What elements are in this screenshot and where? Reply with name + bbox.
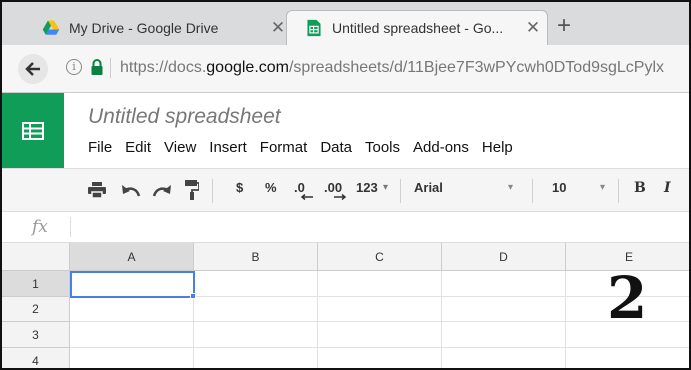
menu-view[interactable]: View bbox=[164, 139, 196, 156]
docs-header: Untitled spreadsheet File Edit View Inse… bbox=[2, 93, 689, 168]
arrow-right-icon bbox=[334, 194, 347, 200]
step-number-overlay: 2 bbox=[607, 264, 648, 332]
tab-untitled-spreadsheet[interactable]: Untitled spreadsheet - Go... ✕ bbox=[286, 10, 548, 45]
toolbar-divider bbox=[532, 179, 533, 203]
url-domain: google.com bbox=[206, 59, 289, 76]
cell-e4[interactable] bbox=[566, 348, 689, 368]
bold-button[interactable]: B bbox=[634, 180, 646, 196]
row-header-2[interactable]: 2 bbox=[2, 297, 70, 322]
cell-c2[interactable] bbox=[318, 297, 442, 322]
decrease-decimal-button[interactable]: .0 bbox=[294, 180, 305, 195]
undo-icon[interactable] bbox=[121, 183, 141, 197]
italic-button[interactable]: I bbox=[664, 180, 671, 196]
spreadsheet-grid: A B C D E 1 2 3 4 bbox=[2, 243, 689, 368]
browser-tab-strip: My Drive - Google Drive ✕ Untitled sprea… bbox=[2, 2, 689, 45]
chevron-down-icon: ▾ bbox=[600, 182, 606, 193]
menu-edit[interactable]: Edit bbox=[125, 139, 151, 156]
menu-add-ons[interactable]: Add-ons bbox=[413, 139, 469, 156]
tab-title: Untitled spreadsheet - Go... bbox=[332, 20, 504, 36]
close-icon[interactable]: ✕ bbox=[519, 18, 547, 38]
url-field[interactable]: https://docs.google.com/spreadsheets/d/1… bbox=[120, 59, 664, 77]
chevron-down-icon: ▾ bbox=[508, 182, 514, 193]
increase-decimal-button[interactable]: .00 bbox=[324, 180, 342, 195]
address-bar: i https://docs.google.com/spreadsheets/d… bbox=[2, 45, 689, 93]
cell-c1[interactable] bbox=[318, 271, 442, 297]
column-header-d[interactable]: D bbox=[442, 243, 566, 271]
currency-format-button[interactable]: $ bbox=[236, 180, 243, 195]
new-tab-button[interactable]: + bbox=[557, 14, 571, 38]
back-button[interactable] bbox=[18, 54, 48, 84]
back-arrow-icon bbox=[25, 62, 40, 76]
cell-d3[interactable] bbox=[442, 322, 566, 348]
cell-d1[interactable] bbox=[442, 271, 566, 297]
font-size-select[interactable]: 10 bbox=[552, 180, 566, 195]
lock-icon bbox=[91, 59, 103, 75]
toolbar-divider bbox=[618, 179, 619, 203]
menu-bar: File Edit View Insert Format Data Tools … bbox=[88, 139, 526, 156]
google-sheets-icon bbox=[307, 19, 321, 37]
font-family-select[interactable]: Arial bbox=[414, 180, 443, 195]
fill-handle[interactable] bbox=[190, 293, 196, 299]
percent-format-button[interactable]: % bbox=[265, 180, 277, 195]
formula-input[interactable] bbox=[74, 214, 689, 240]
formula-divider bbox=[70, 217, 71, 237]
row-header-4[interactable]: 4 bbox=[2, 348, 70, 368]
toolbar-divider bbox=[400, 179, 401, 203]
cell-b1[interactable] bbox=[194, 271, 318, 297]
row-header-1[interactable]: 1 bbox=[2, 271, 70, 297]
cell-b3[interactable] bbox=[194, 322, 318, 348]
cell-d4[interactable] bbox=[442, 348, 566, 368]
more-formats-button[interactable]: 123 bbox=[356, 180, 378, 195]
toolbar: $ % .0 .00 123 ▾ Arial ▾ 10 ▾ B I bbox=[2, 168, 689, 212]
document-title[interactable]: Untitled spreadsheet bbox=[88, 105, 281, 129]
url-path: /spreadsheets/d/11Bjee7F3wPYcwh0DTod9sgL… bbox=[288, 59, 665, 76]
cell-a4[interactable] bbox=[70, 348, 194, 368]
column-header-b[interactable]: B bbox=[194, 243, 318, 271]
cell-c4[interactable] bbox=[318, 348, 442, 368]
sheets-logo-icon bbox=[22, 121, 44, 140]
row-header-3[interactable]: 3 bbox=[2, 322, 70, 348]
cell-a1[interactable] bbox=[70, 271, 195, 298]
fx-icon: fx bbox=[32, 217, 48, 237]
screenshot-frame: My Drive - Google Drive ✕ Untitled sprea… bbox=[0, 0, 691, 370]
print-icon[interactable] bbox=[88, 182, 106, 198]
formula-bar: fx bbox=[2, 212, 689, 243]
menu-tools[interactable]: Tools bbox=[365, 139, 400, 156]
url-prefix: https://docs. bbox=[120, 59, 207, 76]
sheets-home-button[interactable] bbox=[2, 93, 64, 168]
cell-d2[interactable] bbox=[442, 297, 566, 322]
select-all-corner[interactable] bbox=[2, 243, 70, 271]
column-header-a[interactable]: A bbox=[70, 243, 194, 271]
cell-a3[interactable] bbox=[70, 322, 194, 348]
redo-icon[interactable] bbox=[152, 183, 172, 197]
arrow-left-icon bbox=[300, 194, 313, 200]
info-icon[interactable]: i bbox=[66, 59, 82, 75]
chevron-down-icon: ▾ bbox=[383, 182, 389, 193]
google-drive-icon bbox=[42, 20, 60, 35]
menu-help[interactable]: Help bbox=[482, 139, 513, 156]
tab-my-drive[interactable]: My Drive - Google Drive ✕ bbox=[24, 10, 292, 45]
cell-b4[interactable] bbox=[194, 348, 318, 368]
column-header-c[interactable]: C bbox=[318, 243, 442, 271]
address-divider bbox=[110, 58, 111, 78]
cell-a2[interactable] bbox=[70, 297, 194, 322]
cell-c3[interactable] bbox=[318, 322, 442, 348]
menu-insert[interactable]: Insert bbox=[209, 139, 247, 156]
menu-format[interactable]: Format bbox=[260, 139, 308, 156]
paint-format-icon[interactable] bbox=[185, 180, 199, 200]
toolbar-divider bbox=[212, 179, 213, 203]
menu-file[interactable]: File bbox=[88, 139, 112, 156]
menu-data[interactable]: Data bbox=[320, 139, 352, 156]
tab-title: My Drive - Google Drive bbox=[69, 19, 219, 36]
cell-b2[interactable] bbox=[194, 297, 318, 322]
